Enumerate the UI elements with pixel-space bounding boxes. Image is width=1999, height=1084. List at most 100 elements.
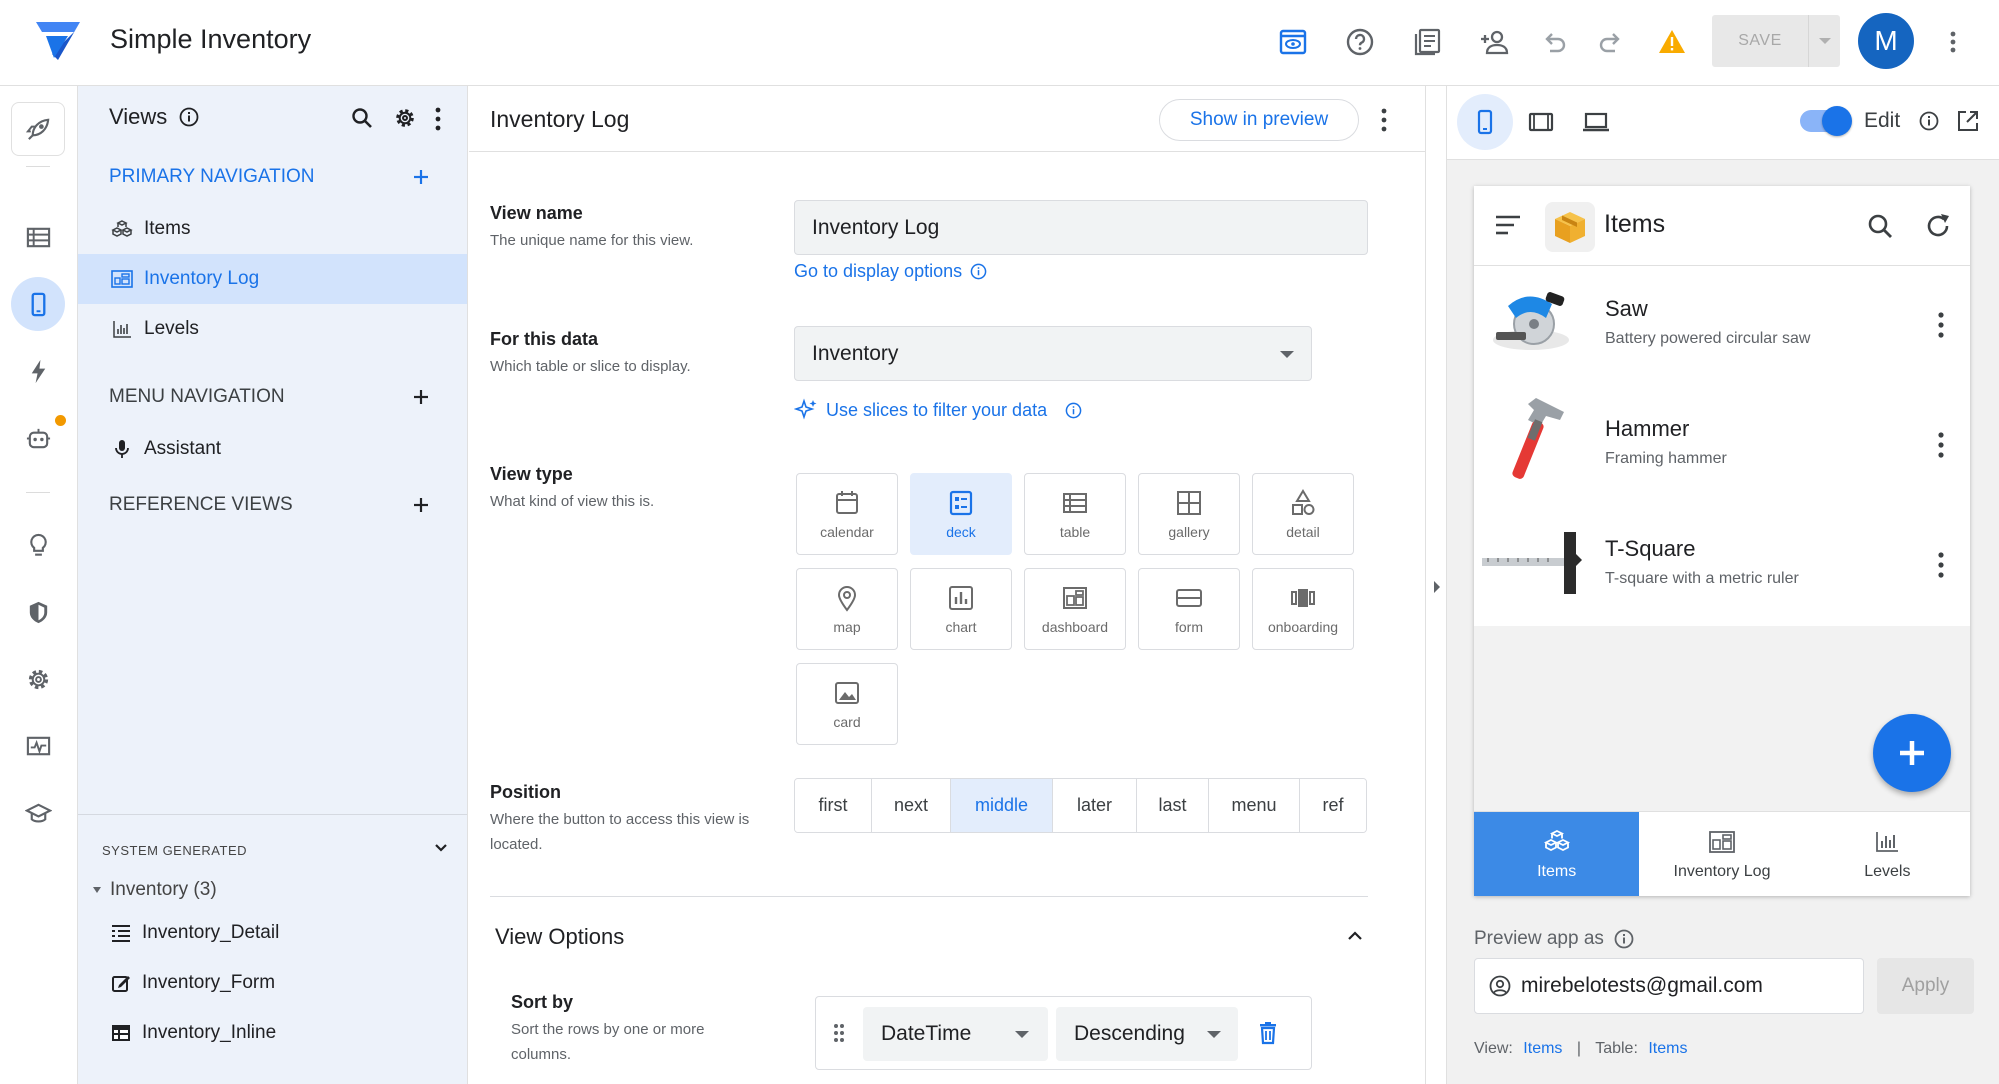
view-type-card[interactable]: card: [796, 663, 898, 745]
device-desktop-button[interactable]: [1568, 94, 1624, 150]
security-shield-icon[interactable]: [11, 585, 65, 639]
warning-icon[interactable]: [1652, 22, 1692, 62]
caret-down-icon: [1280, 351, 1294, 358]
docs-icon[interactable]: [1407, 22, 1447, 62]
avatar[interactable]: M: [1858, 13, 1914, 69]
bottom-nav-inventory-log[interactable]: Inventory Log: [1639, 812, 1804, 896]
app-phone-icon[interactable]: [11, 277, 65, 331]
info-icon[interactable]: [1614, 929, 1634, 949]
footer-view-link[interactable]: Items: [1523, 1040, 1562, 1057]
system-item-inventory-form[interactable]: Inventory_Form: [110, 972, 275, 994]
apply-button[interactable]: Apply: [1877, 958, 1974, 1014]
save-button[interactable]: SAVE: [1712, 15, 1808, 67]
drag-handle-icon[interactable]: [833, 1023, 845, 1043]
chevron-down-icon[interactable]: [433, 840, 449, 856]
view-editor: Inventory Log Show in preview View name …: [469, 86, 1425, 1084]
open-external-icon[interactable]: [1956, 109, 1980, 133]
monitor-icon[interactable]: [11, 719, 65, 773]
bottom-nav-items[interactable]: Items: [1474, 812, 1640, 896]
system-item-inventory-detail[interactable]: Inventory_Detail: [110, 922, 279, 944]
position-label: Position: [490, 782, 561, 802]
position-first[interactable]: first: [795, 779, 872, 832]
appsheet-logo-icon[interactable]: [34, 20, 82, 62]
add-primary-view-button[interactable]: [406, 162, 436, 192]
view-type-form[interactable]: form: [1138, 568, 1240, 650]
learn-cap-icon[interactable]: [11, 786, 65, 840]
device-tablet-button[interactable]: [1513, 94, 1569, 150]
bottom-nav-levels[interactable]: Levels: [1805, 812, 1970, 896]
redo-icon[interactable]: [1591, 22, 1631, 62]
use-slices-link[interactable]: Use slices to filter your data: [794, 398, 1082, 422]
position-last[interactable]: last: [1137, 779, 1209, 832]
system-item-inventory-inline[interactable]: Inventory_Inline: [110, 1022, 276, 1044]
list-item[interactable]: T-Square T-square with a metric ruler: [1474, 506, 1970, 626]
view-type-onboarding[interactable]: onboarding: [1252, 568, 1354, 650]
help-icon[interactable]: [1340, 22, 1380, 62]
bottom-nav-label: Levels: [1864, 863, 1911, 880]
position-menu[interactable]: menu: [1209, 779, 1300, 832]
system-item-label: Inventory_Form: [142, 972, 276, 993]
automation-bolt-icon[interactable]: [11, 344, 65, 398]
system-generated-header[interactable]: SYSTEM GENERATED: [102, 843, 247, 858]
list-item[interactable]: Hammer Framing hammer: [1474, 386, 1970, 506]
preview-eye-icon[interactable]: [1273, 22, 1313, 62]
table-select[interactable]: Inventory: [794, 326, 1312, 381]
device-phone-button[interactable]: [1457, 94, 1513, 150]
more-vert-icon[interactable]: [1936, 550, 1946, 580]
delete-sort-button[interactable]: [1257, 1021, 1279, 1045]
nav-item-items[interactable]: Items: [78, 204, 467, 254]
view-type-gallery[interactable]: gallery: [1138, 473, 1240, 555]
view-name-input[interactable]: Inventory Log: [794, 200, 1368, 255]
inventory-group-toggle[interactable]: Inventory (3): [90, 879, 217, 901]
preview-collapse-handle[interactable]: [1425, 86, 1447, 1084]
chevron-up-icon[interactable]: [1346, 929, 1364, 943]
position-ref[interactable]: ref: [1300, 779, 1366, 832]
show-in-preview-button[interactable]: Show in preview: [1159, 99, 1359, 141]
view-type-map[interactable]: map: [796, 568, 898, 650]
nav-item-assistant[interactable]: Assistant: [78, 424, 467, 474]
view-type-dashboard[interactable]: dashboard: [1024, 568, 1126, 650]
view-type-calendar[interactable]: calendar: [796, 473, 898, 555]
undo-icon[interactable]: [1534, 22, 1574, 62]
nav-item-levels[interactable]: Levels: [78, 304, 467, 354]
search-icon[interactable]: [350, 106, 374, 130]
position-later[interactable]: later: [1053, 779, 1137, 832]
rocket-icon[interactable]: [11, 102, 65, 156]
refresh-icon[interactable]: [1923, 211, 1953, 241]
view-type-table[interactable]: table: [1024, 473, 1126, 555]
view-type-chart[interactable]: chart: [910, 568, 1012, 650]
menu-icon[interactable]: [1494, 213, 1522, 237]
save-dropdown-button[interactable]: [1808, 15, 1840, 67]
position-middle[interactable]: middle: [951, 779, 1053, 832]
data-icon[interactable]: [11, 210, 65, 264]
add-fab-button[interactable]: [1873, 714, 1951, 792]
edit-toggle[interactable]: [1800, 106, 1852, 136]
sort-order-select[interactable]: Descending: [1056, 1007, 1238, 1061]
dashboard-icon: [110, 267, 134, 291]
more-vert-icon[interactable]: [1936, 310, 1946, 340]
list-item[interactable]: Saw Battery powered circular saw: [1474, 266, 1970, 386]
more-vert-icon[interactable]: [433, 106, 443, 132]
nav-item-inventory-log[interactable]: Inventory Log: [78, 254, 467, 304]
share-user-icon[interactable]: [1474, 22, 1514, 62]
add-menu-view-button[interactable]: [406, 382, 436, 412]
more-vert-icon[interactable]: [1379, 107, 1389, 133]
display-options-link[interactable]: Go to display options: [794, 261, 987, 282]
more-vert-icon[interactable]: [1933, 22, 1973, 62]
view-options-title[interactable]: View Options: [495, 924, 624, 950]
account-circle-icon: [1489, 975, 1511, 997]
view-type-detail[interactable]: detail: [1252, 473, 1354, 555]
view-type-deck[interactable]: deck: [910, 473, 1012, 555]
settings-gear-icon[interactable]: [393, 106, 417, 130]
info-icon[interactable]: [1919, 111, 1939, 131]
footer-table-link[interactable]: Items: [1648, 1040, 1687, 1057]
more-vert-icon[interactable]: [1936, 430, 1946, 460]
search-icon[interactable]: [1866, 212, 1894, 240]
preview-as-email-input[interactable]: mirebelotests@gmail.com: [1474, 958, 1864, 1014]
position-next[interactable]: next: [872, 779, 951, 832]
lightbulb-icon[interactable]: [11, 518, 65, 572]
add-reference-view-button[interactable]: [406, 490, 436, 520]
sort-column-select[interactable]: DateTime: [863, 1007, 1048, 1061]
settings-gear-icon[interactable]: [11, 652, 65, 706]
info-icon[interactable]: [179, 107, 199, 127]
